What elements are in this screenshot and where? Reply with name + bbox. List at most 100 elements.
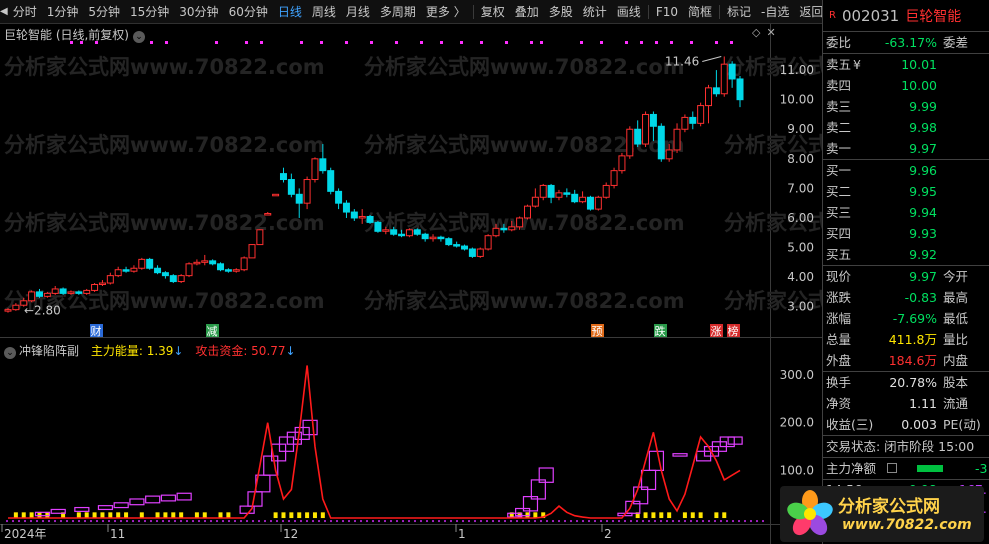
baseline-dot	[168, 520, 170, 523]
toolbar-item[interactable]: 叠加	[510, 0, 544, 24]
toolbar-item[interactable]: 60分钟	[224, 0, 273, 24]
indicator-name[interactable]: 冲锋陷阵副	[19, 344, 79, 358]
candle-body	[398, 233, 406, 237]
watermark-text: 分析家公式网www.70822.com	[4, 133, 325, 157]
capital-block	[160, 494, 177, 502]
candle	[130, 265, 138, 273]
candle	[610, 167, 618, 189]
toolbar-item[interactable]: -自选	[756, 0, 794, 24]
x-tick-label: 1	[458, 527, 466, 541]
toolbar-item[interactable]: 周线	[307, 0, 341, 24]
candle	[193, 259, 201, 266]
logo-url: www.70822.com	[842, 517, 972, 533]
capital-block	[113, 502, 129, 509]
toolbar-item[interactable]: 更多 〉	[421, 0, 471, 24]
baseline-dot	[276, 520, 278, 523]
bid-row-value: 9.96	[909, 163, 937, 178]
baseline-dot	[528, 520, 530, 523]
candle-body	[303, 179, 311, 204]
indicator-tick-label: 100.0	[780, 463, 814, 477]
candle-body	[689, 116, 697, 124]
toolbar-item[interactable]: 标记	[722, 0, 756, 24]
energy-bar	[643, 512, 648, 519]
baseline-dot	[660, 520, 662, 523]
baseline-dot	[258, 520, 260, 523]
collapse-icon[interactable]: ◀	[0, 0, 8, 24]
candle	[311, 157, 319, 183]
candle	[154, 265, 162, 275]
baseline-dot	[576, 520, 578, 523]
baseline-dot	[84, 520, 86, 523]
baseline-dot	[228, 520, 230, 523]
candle-body	[67, 291, 75, 294]
candle-body	[350, 211, 358, 219]
energy-bar	[289, 512, 294, 519]
kline-chart[interactable]: 分析家公式网www.70822.com 分析家公式网www.70822.com 分析…	[0, 24, 822, 544]
candle	[374, 220, 382, 233]
baseline-dot	[36, 520, 38, 523]
ask-row-value: 9.97	[909, 141, 937, 156]
ask-row: 卖一 9.97	[823, 138, 989, 159]
candle	[91, 283, 99, 292]
toolbar-item[interactable]: 简框	[683, 0, 717, 24]
candle	[602, 182, 610, 199]
signal-dot	[150, 41, 153, 44]
baseline-dot	[600, 520, 602, 523]
stat-row: 收益(三) 0.003 PE(动)	[823, 414, 989, 435]
toolbar-item[interactable]: 15分钟	[125, 0, 174, 24]
candle	[468, 247, 476, 258]
toolbar-item[interactable]: 分时	[8, 0, 42, 24]
candle-body	[705, 87, 713, 107]
candle-body	[461, 245, 469, 250]
event-marker-label: 财	[91, 324, 102, 338]
baseline-dot	[480, 520, 482, 523]
toolbar-item[interactable]: 画线	[612, 0, 646, 24]
baseline-dot	[438, 520, 440, 523]
baseline-dot	[138, 520, 140, 523]
candle-body	[523, 205, 531, 219]
toolbar-item[interactable]: 30分钟	[174, 0, 223, 24]
baseline-dot	[714, 520, 716, 523]
chevron-down-icon[interactable]: ⌄	[133, 31, 145, 43]
baseline-dot	[252, 520, 254, 523]
baseline-dot	[654, 520, 656, 523]
baseline-dot	[216, 520, 218, 523]
stat-row-value: 20.78%	[889, 375, 937, 390]
toolbar-item[interactable]: 月线	[341, 0, 375, 24]
candle	[177, 274, 185, 284]
candle-body	[697, 105, 705, 124]
energy-bar	[29, 512, 34, 519]
stat-row: 现价 9.97 今开	[823, 266, 989, 287]
energy-bar	[124, 512, 129, 519]
stat-row-label: 涨幅	[826, 311, 852, 326]
baseline-dot	[312, 520, 314, 523]
toolbar-item[interactable]: 多股	[544, 0, 578, 24]
capital-block	[727, 436, 743, 445]
toolbar-item[interactable]: 统计	[578, 0, 612, 24]
toolbar-item[interactable]: 多周期	[375, 0, 421, 24]
chevron-down-icon[interactable]: ⌄	[4, 347, 16, 359]
price-tick-label: 3.00	[787, 300, 814, 314]
toolbar-item[interactable]: 日线	[273, 0, 307, 24]
toolbar-item[interactable]: 复权	[476, 0, 510, 24]
close-icon[interactable]: ✕	[766, 26, 781, 39]
signal-dot	[260, 41, 263, 44]
toolbar-item[interactable]: 1分钟	[42, 0, 84, 24]
toolbar-item[interactable]: F10	[651, 0, 683, 24]
baseline-dot	[408, 520, 410, 523]
signal-dot	[480, 41, 483, 44]
bid-row-label: 买四	[826, 226, 852, 241]
candle-body	[681, 116, 689, 130]
bid-row-value: 9.92	[909, 247, 937, 262]
kline-chart-area[interactable]: 分析家公式网www.70822.com 分析家公式网www.70822.com 分析…	[0, 24, 822, 544]
chart-title-text: 巨轮智能 (日线,前复权)	[4, 28, 129, 42]
diamond-icon[interactable]: ◇	[752, 26, 766, 39]
candle-body	[421, 233, 429, 240]
candle	[303, 176, 311, 210]
candle	[201, 254, 209, 266]
toolbar-item[interactable]: 5分钟	[83, 0, 125, 24]
order-ratio-row: 委比 -63.17% 委差	[823, 32, 989, 53]
candle	[421, 232, 429, 242]
list-icon[interactable]	[887, 463, 897, 473]
energy-bar	[312, 512, 317, 519]
